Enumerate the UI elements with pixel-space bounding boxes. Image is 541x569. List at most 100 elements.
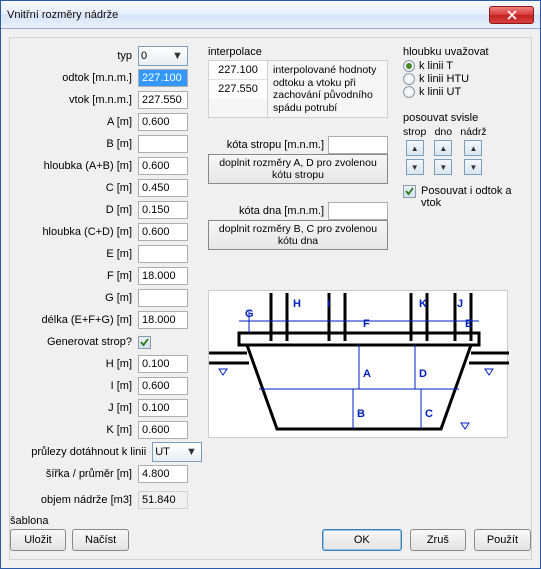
titlebar: Vnitřní rozměry nádrže	[1, 1, 540, 29]
label-a: A [m]	[20, 116, 138, 128]
interpolace-box: 227.100 227.550 interpolované hodnoty od…	[208, 60, 388, 118]
spin-strop-up[interactable]: ▲	[406, 140, 424, 156]
spin-nadrz-label: nádrž	[460, 126, 486, 138]
genstrop-checkbox[interactable]	[138, 336, 151, 349]
radio-linie-htu[interactable]: k linii HTU	[403, 73, 521, 85]
tank-diagram: G H I F K J E A D B C	[208, 290, 508, 438]
radio-icon	[403, 60, 415, 72]
radio-linie-t[interactable]: k linii T	[403, 60, 521, 72]
doplnit-bc-button[interactable]: doplnit rozměry B, C pro zvolenou kótu d…	[208, 220, 388, 250]
kota-dna-label: kóta dna [m.n.m.]	[208, 205, 328, 217]
label-odtok: odtok [m.n.m.]	[20, 72, 138, 84]
label-genstrop: Generovat strop?	[20, 336, 138, 348]
label-d: D [m]	[20, 204, 138, 216]
radio-label: k linii T	[419, 60, 453, 72]
content-area: typ 0 ▼ odtok [m.n.m.] vtok [m.n.m.] A […	[9, 37, 532, 560]
sirka-input[interactable]	[138, 465, 188, 483]
label-g: G [m]	[20, 292, 138, 304]
label-typ: typ	[20, 50, 138, 62]
label-i: I [m]	[20, 380, 138, 392]
label-h: H [m]	[20, 358, 138, 370]
interpolace-desc: interpolované hodnoty odtoku a vtoku při…	[268, 61, 387, 117]
spin-dno-up[interactable]: ▲	[434, 140, 452, 156]
load-template-button[interactable]: Načíst	[72, 529, 129, 551]
prulezy-dropdown-value: UT	[155, 446, 170, 458]
spin-strop-down[interactable]: ▼	[406, 159, 424, 175]
typ-dropdown[interactable]: 0 ▼	[138, 46, 188, 66]
posouvat-odtok-label: Posouvat i odtok a vtok	[421, 185, 517, 209]
posouvat-odtok-row[interactable]: Posouvat i odtok a vtok	[403, 185, 521, 209]
diag-c: C	[425, 408, 433, 420]
check-icon	[404, 186, 415, 197]
left-panel: typ 0 ▼ odtok [m.n.m.] vtok [m.n.m.] A […	[20, 46, 202, 512]
footer-right: OK Zruš Použít	[322, 529, 531, 551]
doplnit-ad-button[interactable]: doplnit rozměry A, D pro zvolenou kótu s…	[208, 154, 388, 184]
label-delka: délka (E+F+G) [m]	[20, 314, 138, 326]
chevron-down-icon: ▼	[184, 445, 199, 460]
interp-val-1: 227.100	[209, 61, 267, 80]
radio-icon	[403, 86, 415, 98]
apply-button[interactable]: Použít	[474, 529, 531, 551]
c-input[interactable]	[138, 179, 188, 197]
kota-strop-label: kóta stropu [m.n.m.]	[208, 139, 328, 151]
hab-input[interactable]	[138, 157, 188, 175]
label-b: B [m]	[20, 138, 138, 150]
diag-j: J	[457, 298, 463, 310]
spin-nadrz: nádrž ▲ ▼	[460, 126, 486, 175]
spin-strop-label: strop	[403, 126, 426, 138]
posouvat-odtok-checkbox[interactable]	[403, 185, 416, 198]
i-input[interactable]	[138, 377, 188, 395]
e-input[interactable]	[138, 245, 188, 263]
chevron-down-icon: ▼	[170, 49, 185, 64]
spin-group: strop ▲ ▼ dno ▲ ▼ nádrž ▲ ▼	[403, 126, 521, 175]
vtok-input[interactable]	[138, 91, 188, 109]
kota-dna-input[interactable]	[328, 202, 388, 220]
diag-e: E	[465, 318, 472, 330]
diag-i: I	[327, 298, 330, 310]
h-input[interactable]	[138, 355, 188, 373]
delka-input[interactable]	[138, 311, 188, 329]
diag-b: B	[357, 408, 365, 420]
kota-strop-input[interactable]	[328, 136, 388, 154]
b-input[interactable]	[138, 135, 188, 153]
label-hab: hloubka (A+B) [m]	[20, 160, 138, 172]
j-input[interactable]	[138, 399, 188, 417]
label-sirka: šířka / průměr [m]	[20, 468, 138, 480]
hloubku-head: hloubku uvažovat	[403, 46, 521, 58]
label-k: K [m]	[20, 424, 138, 436]
label-prulezy: průlezy dotáhnout k linii	[20, 446, 152, 458]
f-input[interactable]	[138, 267, 188, 285]
diag-g: G	[245, 308, 254, 320]
prulezy-dropdown[interactable]: UT ▼	[152, 442, 202, 462]
footer-left: šablona Uložit Načíst	[10, 515, 129, 551]
odtok-input[interactable]	[138, 69, 188, 87]
spin-dno: dno ▲ ▼	[434, 126, 452, 175]
radio-label: k linii UT	[419, 86, 461, 98]
radio-linie-ut[interactable]: k linii UT	[403, 86, 521, 98]
label-c: C [m]	[20, 182, 138, 194]
hcd-input[interactable]	[138, 223, 188, 241]
a-input[interactable]	[138, 113, 188, 131]
k-input[interactable]	[138, 421, 188, 439]
check-icon	[139, 337, 150, 348]
mid-panel: interpolace 227.100 227.550 interpolovan…	[208, 46, 388, 250]
spin-dno-down[interactable]: ▼	[434, 159, 452, 175]
save-template-button[interactable]: Uložit	[10, 529, 66, 551]
window-title: Vnitřní rozměry nádrže	[7, 9, 489, 21]
posouvat-head: posouvat svisle	[403, 112, 521, 124]
diag-k: K	[419, 298, 427, 310]
diag-f: F	[363, 318, 370, 330]
spin-nadrz-up[interactable]: ▲	[464, 140, 482, 156]
spin-nadrz-down[interactable]: ▼	[464, 159, 482, 175]
cancel-button[interactable]: Zruš	[410, 529, 466, 551]
kota-strop-group: kóta stropu [m.n.m.] doplnit rozměry A, …	[208, 136, 388, 184]
right-panel: hloubku uvažovat k linii T k linii HTU k…	[403, 46, 521, 209]
g-input[interactable]	[138, 289, 188, 307]
close-icon	[507, 10, 517, 20]
sablona-label: šablona	[10, 515, 129, 527]
close-button[interactable]	[489, 6, 534, 24]
label-e: E [m]	[20, 248, 138, 260]
d-input[interactable]	[138, 201, 188, 219]
interp-val-2: 227.550	[209, 80, 267, 98]
ok-button[interactable]: OK	[322, 529, 402, 551]
